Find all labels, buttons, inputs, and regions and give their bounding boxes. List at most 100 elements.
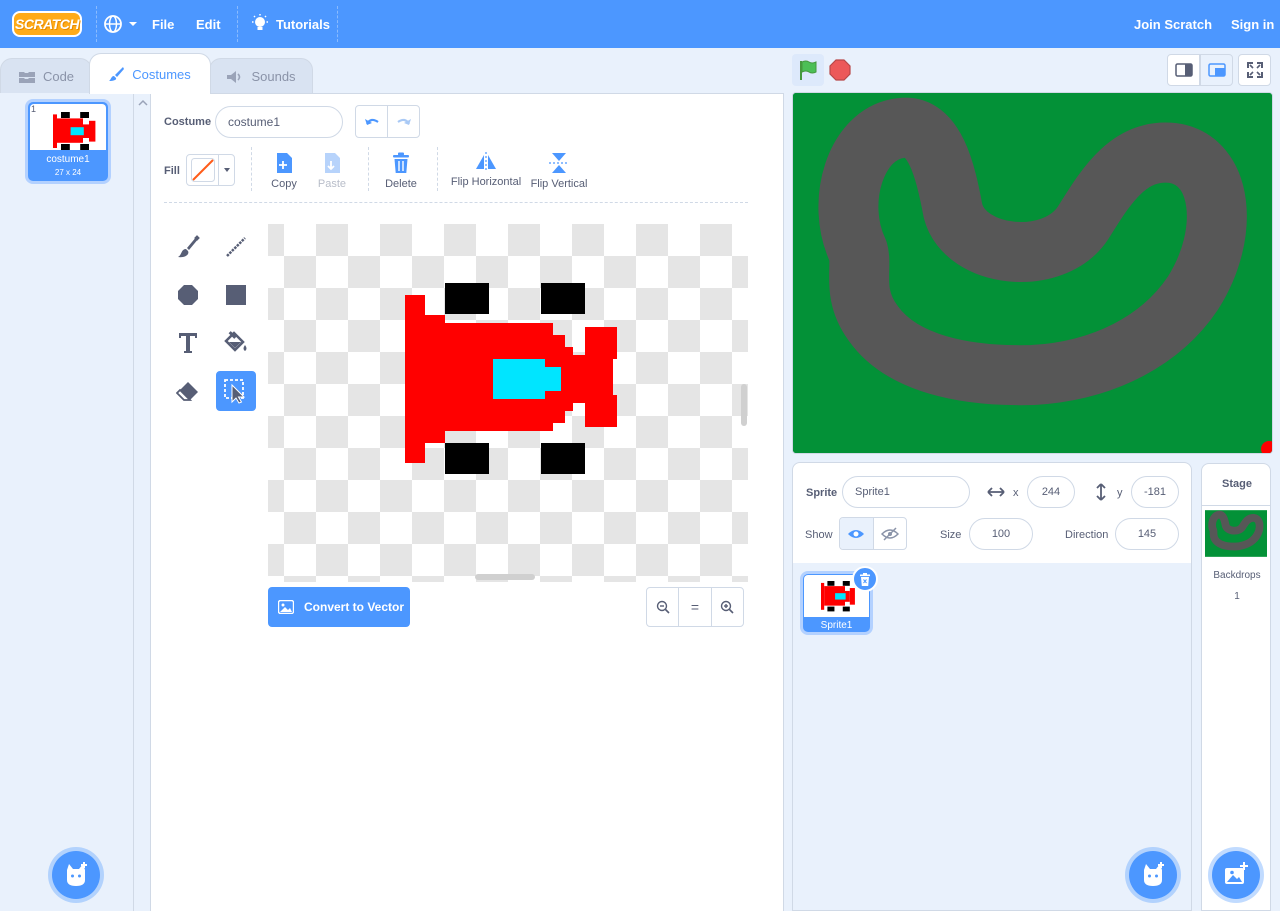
globe-icon xyxy=(104,15,122,33)
chevron-up-icon xyxy=(138,99,148,106)
trash-icon xyxy=(860,572,870,586)
sign-in-link[interactable]: Sign in xyxy=(1231,0,1274,48)
stage-canvas[interactable] xyxy=(792,92,1273,454)
tab-sounds-label: Sounds xyxy=(251,69,296,84)
large-stage-button[interactable] xyxy=(1200,54,1233,86)
fill-label: Fill xyxy=(164,165,180,177)
join-scratch-link[interactable]: Join Scratch xyxy=(1134,0,1212,48)
flip-horizontal-button[interactable]: Flip Horizontal xyxy=(450,152,522,188)
costume-thumbnail xyxy=(30,104,106,150)
choose-sprite-button[interactable] xyxy=(1129,851,1177,899)
choose-costume-button[interactable] xyxy=(52,851,100,899)
fill-tool[interactable] xyxy=(216,323,256,363)
circle-tool[interactable] xyxy=(168,275,208,315)
eraser-tool[interactable] xyxy=(168,371,208,411)
drawing-canvas[interactable] xyxy=(268,224,748,582)
tab-costumes[interactable]: Costumes xyxy=(89,53,211,94)
zoom-controls: = xyxy=(646,587,744,627)
speaker-icon xyxy=(227,70,241,83)
zoom-out-button[interactable] xyxy=(647,588,680,626)
zoom-reset-button[interactable]: = xyxy=(679,588,712,626)
rectangle-tool[interactable] xyxy=(216,275,256,315)
text-tool[interactable] xyxy=(168,323,208,363)
copy-label: Copy xyxy=(271,178,297,190)
tab-sounds[interactable]: Sounds xyxy=(209,58,313,94)
tab-code[interactable]: Code xyxy=(0,58,92,94)
canvas-vertical-scrollbar[interactable] xyxy=(741,384,747,426)
file-menu[interactable]: File xyxy=(152,0,174,48)
stage-selector[interactable]: Stage Backdrops 1 xyxy=(1201,463,1271,911)
costume-name-input[interactable]: costume1 xyxy=(215,106,343,138)
size-label: Size xyxy=(940,529,962,541)
copy-button[interactable]: Copy xyxy=(266,152,302,190)
large-stage-icon xyxy=(1207,63,1226,77)
green-flag-icon xyxy=(800,60,817,80)
fill-swatch xyxy=(187,155,219,185)
image-icon xyxy=(278,600,294,614)
size-input[interactable]: 100 xyxy=(969,518,1033,550)
direction-input[interactable]: 145 xyxy=(1115,518,1179,550)
sprite-name: Sprite1 xyxy=(820,620,853,631)
flip-vertical-button[interactable]: Flip Vertical xyxy=(528,152,590,190)
tutorials-label: Tutorials xyxy=(276,16,330,32)
flip-horizontal-label: Flip Horizontal xyxy=(450,176,522,188)
caret-down-icon xyxy=(223,168,230,172)
horizontal-arrows-icon xyxy=(987,487,1005,497)
costume-number: 1 xyxy=(31,104,37,114)
flip-vertical-label: Flip Vertical xyxy=(530,178,588,190)
brush-tool[interactable] xyxy=(168,227,208,267)
flip-horizontal-icon xyxy=(476,152,496,172)
convert-to-vector-button[interactable]: Convert to Vector xyxy=(268,587,410,627)
backdrop-thumbnail xyxy=(1205,510,1267,557)
redo-icon xyxy=(396,118,411,125)
rectangle-icon xyxy=(226,285,246,305)
sprite-name-input[interactable]: Sprite1 xyxy=(842,476,970,508)
redo-button[interactable] xyxy=(388,106,419,137)
sprite-label: Sprite xyxy=(806,487,838,499)
no-fill-icon xyxy=(190,158,215,182)
edit-menu[interactable]: Edit xyxy=(196,0,221,48)
line-tool[interactable] xyxy=(216,227,256,267)
fullscreen-button[interactable] xyxy=(1238,54,1271,86)
paste-button[interactable]: Paste xyxy=(314,152,350,190)
language-menu[interactable] xyxy=(103,0,139,48)
small-stage-button[interactable] xyxy=(1167,54,1200,86)
brush-icon xyxy=(178,235,200,258)
undo-button[interactable] xyxy=(356,106,388,137)
scratch-logo[interactable]: SCRATCH xyxy=(12,11,82,37)
undo-icon xyxy=(364,118,379,125)
backdrops-label: Backdrops xyxy=(1213,570,1261,581)
tab-costumes-label: Costumes xyxy=(132,66,191,82)
show-button[interactable] xyxy=(840,518,874,549)
direction-label: Direction xyxy=(1065,529,1109,541)
delete-button[interactable]: Delete xyxy=(383,152,419,190)
menu-separator xyxy=(337,6,338,42)
costume-tile[interactable]: 1 costume1 27 x 24 xyxy=(25,99,111,184)
costume-label: Costume xyxy=(164,116,212,128)
green-flag-button[interactable] xyxy=(792,54,824,86)
canvas-horizontal-scrollbar[interactable] xyxy=(475,574,535,580)
hide-button[interactable] xyxy=(874,518,907,549)
fill-dropdown xyxy=(219,155,234,185)
undo-redo-group xyxy=(355,105,420,138)
fill-color-picker[interactable] xyxy=(186,154,235,186)
line-icon xyxy=(226,237,246,257)
race-track-backdrop xyxy=(793,93,1272,453)
race-car-thumbnail xyxy=(53,112,96,150)
stop-button[interactable] xyxy=(828,58,852,82)
choose-backdrop-button[interactable] xyxy=(1212,851,1260,899)
show-label: Show xyxy=(805,529,833,541)
delete-label: Delete xyxy=(385,178,417,190)
y-input[interactable]: -181 xyxy=(1131,476,1179,508)
eye-slash-icon xyxy=(880,526,899,541)
zoom-in-button[interactable] xyxy=(712,588,743,626)
x-input[interactable]: 244 xyxy=(1027,476,1075,508)
tutorials-menu[interactable]: Tutorials xyxy=(250,0,330,48)
delete-sprite-button[interactable] xyxy=(852,566,878,592)
toolbar-divider xyxy=(164,202,748,203)
costume-list-scrollbar[interactable] xyxy=(134,93,151,911)
code-icon xyxy=(18,71,35,83)
select-tool[interactable] xyxy=(216,371,256,411)
costume-list xyxy=(0,93,134,911)
small-stage-icon xyxy=(1174,63,1193,77)
